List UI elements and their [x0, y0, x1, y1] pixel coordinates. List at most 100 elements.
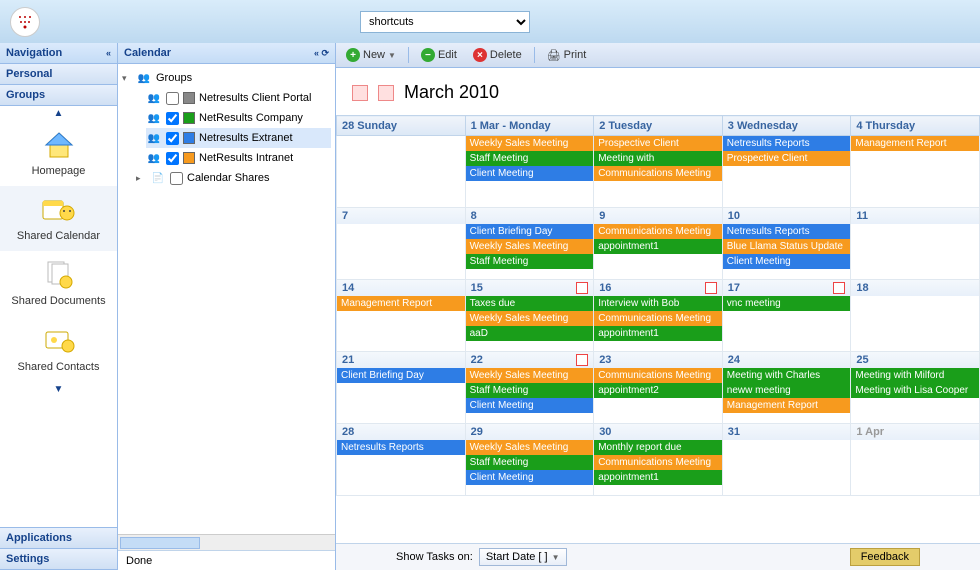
- calendar-event[interactable]: Weekly Sales Meeting: [466, 136, 594, 151]
- calendar-event[interactable]: Monthly report due: [594, 440, 722, 455]
- calendar-event[interactable]: Communications Meeting: [594, 224, 722, 239]
- calendar-event[interactable]: Prospective Client: [594, 136, 722, 151]
- calendar-day[interactable]: Management Report: [851, 136, 980, 208]
- calendar-event[interactable]: Prospective Client: [723, 151, 851, 166]
- calendar-day[interactable]: 24Meeting with Charlesneww meetingManage…: [722, 352, 851, 424]
- calendar-event[interactable]: Staff Meeting: [466, 383, 594, 398]
- tree-item[interactable]: 👥 Netresults Extranet: [146, 128, 331, 148]
- calendar-event[interactable]: Communications Meeting: [594, 368, 722, 383]
- calendar-checkbox[interactable]: [166, 112, 179, 125]
- calendar-day[interactable]: 10Netresults ReportsBlue Llama Status Up…: [722, 208, 851, 280]
- app-shared-calendar[interactable]: Shared Calendar: [0, 186, 117, 251]
- tree-item[interactable]: 👥 Netresults Client Portal: [146, 88, 331, 108]
- calendar-day[interactable]: 15Taxes dueWeekly Sales MeetingaaD: [465, 280, 594, 352]
- calendar-event[interactable]: Meeting with Lisa Cooper: [851, 383, 979, 398]
- calendar-event[interactable]: Meeting with Milford: [851, 368, 979, 383]
- expand-icon[interactable]: ▸: [136, 173, 146, 184]
- calendar-event[interactable]: Blue Llama Status Update: [723, 239, 851, 254]
- calendar-event[interactable]: Communications Meeting: [594, 311, 722, 326]
- print-button[interactable]: 🖨 Print: [543, 47, 591, 64]
- calendar-day[interactable]: Weekly Sales MeetingStaff MeetingClient …: [465, 136, 594, 208]
- calendar-event[interactable]: neww meeting: [723, 383, 851, 398]
- note-icon[interactable]: [705, 282, 717, 294]
- calendar-event[interactable]: Management Report: [723, 398, 851, 413]
- calendar-day[interactable]: 16Interview with BobCommunications Meeti…: [594, 280, 723, 352]
- calendar-day[interactable]: 28Netresults Reports: [337, 424, 466, 496]
- next-month-icon[interactable]: [378, 85, 394, 101]
- calendar-event[interactable]: Netresults Reports: [723, 136, 851, 151]
- tree-controls[interactable]: « ⟳: [314, 48, 329, 59]
- calendar-day[interactable]: 25Meeting with MilfordMeeting with Lisa …: [851, 352, 980, 424]
- calendar-day[interactable]: 9Communications Meetingappointment1: [594, 208, 723, 280]
- calendar-day[interactable]: [337, 136, 466, 208]
- calendar-event[interactable]: appointment1: [594, 470, 722, 485]
- calendar-event[interactable]: Client Meeting: [466, 470, 594, 485]
- collapse-sidebar-icon[interactable]: «: [106, 48, 111, 58]
- calendar-day[interactable]: 30Monthly report dueCommunications Meeti…: [594, 424, 723, 496]
- tree-item[interactable]: 👥 NetResults Intranet: [146, 148, 331, 168]
- note-icon[interactable]: [833, 282, 845, 294]
- calendar-event[interactable]: aaD: [466, 326, 594, 341]
- calendar-day[interactable]: 23Communications Meetingappointment2: [594, 352, 723, 424]
- scroll-down-icon[interactable]: ▼: [0, 382, 117, 397]
- calendar-event[interactable]: appointment2: [594, 383, 722, 398]
- sidebar-section-groups[interactable]: Groups: [0, 85, 117, 106]
- calendar-day[interactable]: 8Client Briefing DayWeekly Sales Meeting…: [465, 208, 594, 280]
- calendar-event[interactable]: appointment1: [594, 239, 722, 254]
- calendar-event[interactable]: Staff Meeting: [466, 254, 594, 269]
- tree-root-groups[interactable]: ▾ 👥 Groups: [122, 68, 331, 88]
- tasks-start-date-button[interactable]: Start Date [ ] ▼: [479, 548, 567, 566]
- calendar-checkbox[interactable]: [166, 92, 179, 105]
- calendar-day[interactable]: 7: [337, 208, 466, 280]
- scroll-up-icon[interactable]: ▲: [0, 106, 117, 121]
- calendar-day[interactable]: Netresults ReportsProspective Client: [722, 136, 851, 208]
- note-icon[interactable]: [576, 354, 588, 366]
- calendar-event[interactable]: Netresults Reports: [337, 440, 465, 455]
- calendar-event[interactable]: Communications Meeting: [594, 455, 722, 470]
- sidebar-section-personal[interactable]: Personal: [0, 64, 117, 85]
- calendar-event[interactable]: Client Briefing Day: [337, 368, 465, 383]
- shortcuts-select[interactable]: shortcuts: [360, 11, 530, 33]
- calendar-event[interactable]: Management Report: [337, 296, 465, 311]
- calendar-event[interactable]: Client Briefing Day: [466, 224, 594, 239]
- calendar-event[interactable]: Netresults Reports: [723, 224, 851, 239]
- calendar-event[interactable]: Client Meeting: [466, 166, 594, 181]
- feedback-button[interactable]: Feedback: [850, 548, 920, 566]
- calendar-event[interactable]: vnc meeting: [723, 296, 851, 311]
- app-shared-documents[interactable]: Shared Documents: [0, 251, 117, 316]
- shares-checkbox[interactable]: [170, 172, 183, 185]
- calendar-event[interactable]: Weekly Sales Meeting: [466, 440, 594, 455]
- calendar-checkbox[interactable]: [166, 152, 179, 165]
- calendar-day[interactable]: 31: [722, 424, 851, 496]
- tree-item[interactable]: 👥 NetResults Company: [146, 108, 331, 128]
- calendar-event[interactable]: Client Meeting: [723, 254, 851, 269]
- new-button[interactable]: + New ▼: [342, 46, 400, 64]
- tree-scrollbar[interactable]: [118, 534, 335, 550]
- app-homepage[interactable]: Homepage: [0, 121, 117, 186]
- calendar-day[interactable]: 22Weekly Sales MeetingStaff MeetingClien…: [465, 352, 594, 424]
- calendar-day[interactable]: 18: [851, 280, 980, 352]
- calendar-event[interactable]: appointment1: [594, 326, 722, 341]
- calendar-event[interactable]: Management Report: [851, 136, 979, 151]
- calendar-event[interactable]: Weekly Sales Meeting: [466, 368, 594, 383]
- calendar-day[interactable]: 14Management Report: [337, 280, 466, 352]
- calendar-day[interactable]: Prospective ClientMeeting withCommunicat…: [594, 136, 723, 208]
- prev-month-icon[interactable]: [352, 85, 368, 101]
- calendar-event[interactable]: Interview with Bob: [594, 296, 722, 311]
- calendar-day[interactable]: 29Weekly Sales MeetingStaff MeetingClien…: [465, 424, 594, 496]
- calendar-event[interactable]: Meeting with: [594, 151, 722, 166]
- calendar-event[interactable]: Taxes due: [466, 296, 594, 311]
- calendar-checkbox[interactable]: [166, 132, 179, 145]
- delete-button[interactable]: × Delete: [469, 46, 526, 64]
- app-shared-contacts[interactable]: Shared Contacts: [0, 317, 117, 382]
- calendar-day[interactable]: 17vnc meeting: [722, 280, 851, 352]
- calendar-event[interactable]: Communications Meeting: [594, 166, 722, 181]
- tree-calendar-shares[interactable]: ▸ 📄 Calendar Shares: [136, 168, 331, 188]
- calendar-event[interactable]: Weekly Sales Meeting: [466, 239, 594, 254]
- note-icon[interactable]: [576, 282, 588, 294]
- sidebar-section-applications[interactable]: Applications: [0, 528, 117, 549]
- calendar-day[interactable]: 21Client Briefing Day: [337, 352, 466, 424]
- calendar-event[interactable]: Staff Meeting: [466, 455, 594, 470]
- calendar-day[interactable]: 11: [851, 208, 980, 280]
- sidebar-section-settings[interactable]: Settings: [0, 549, 117, 570]
